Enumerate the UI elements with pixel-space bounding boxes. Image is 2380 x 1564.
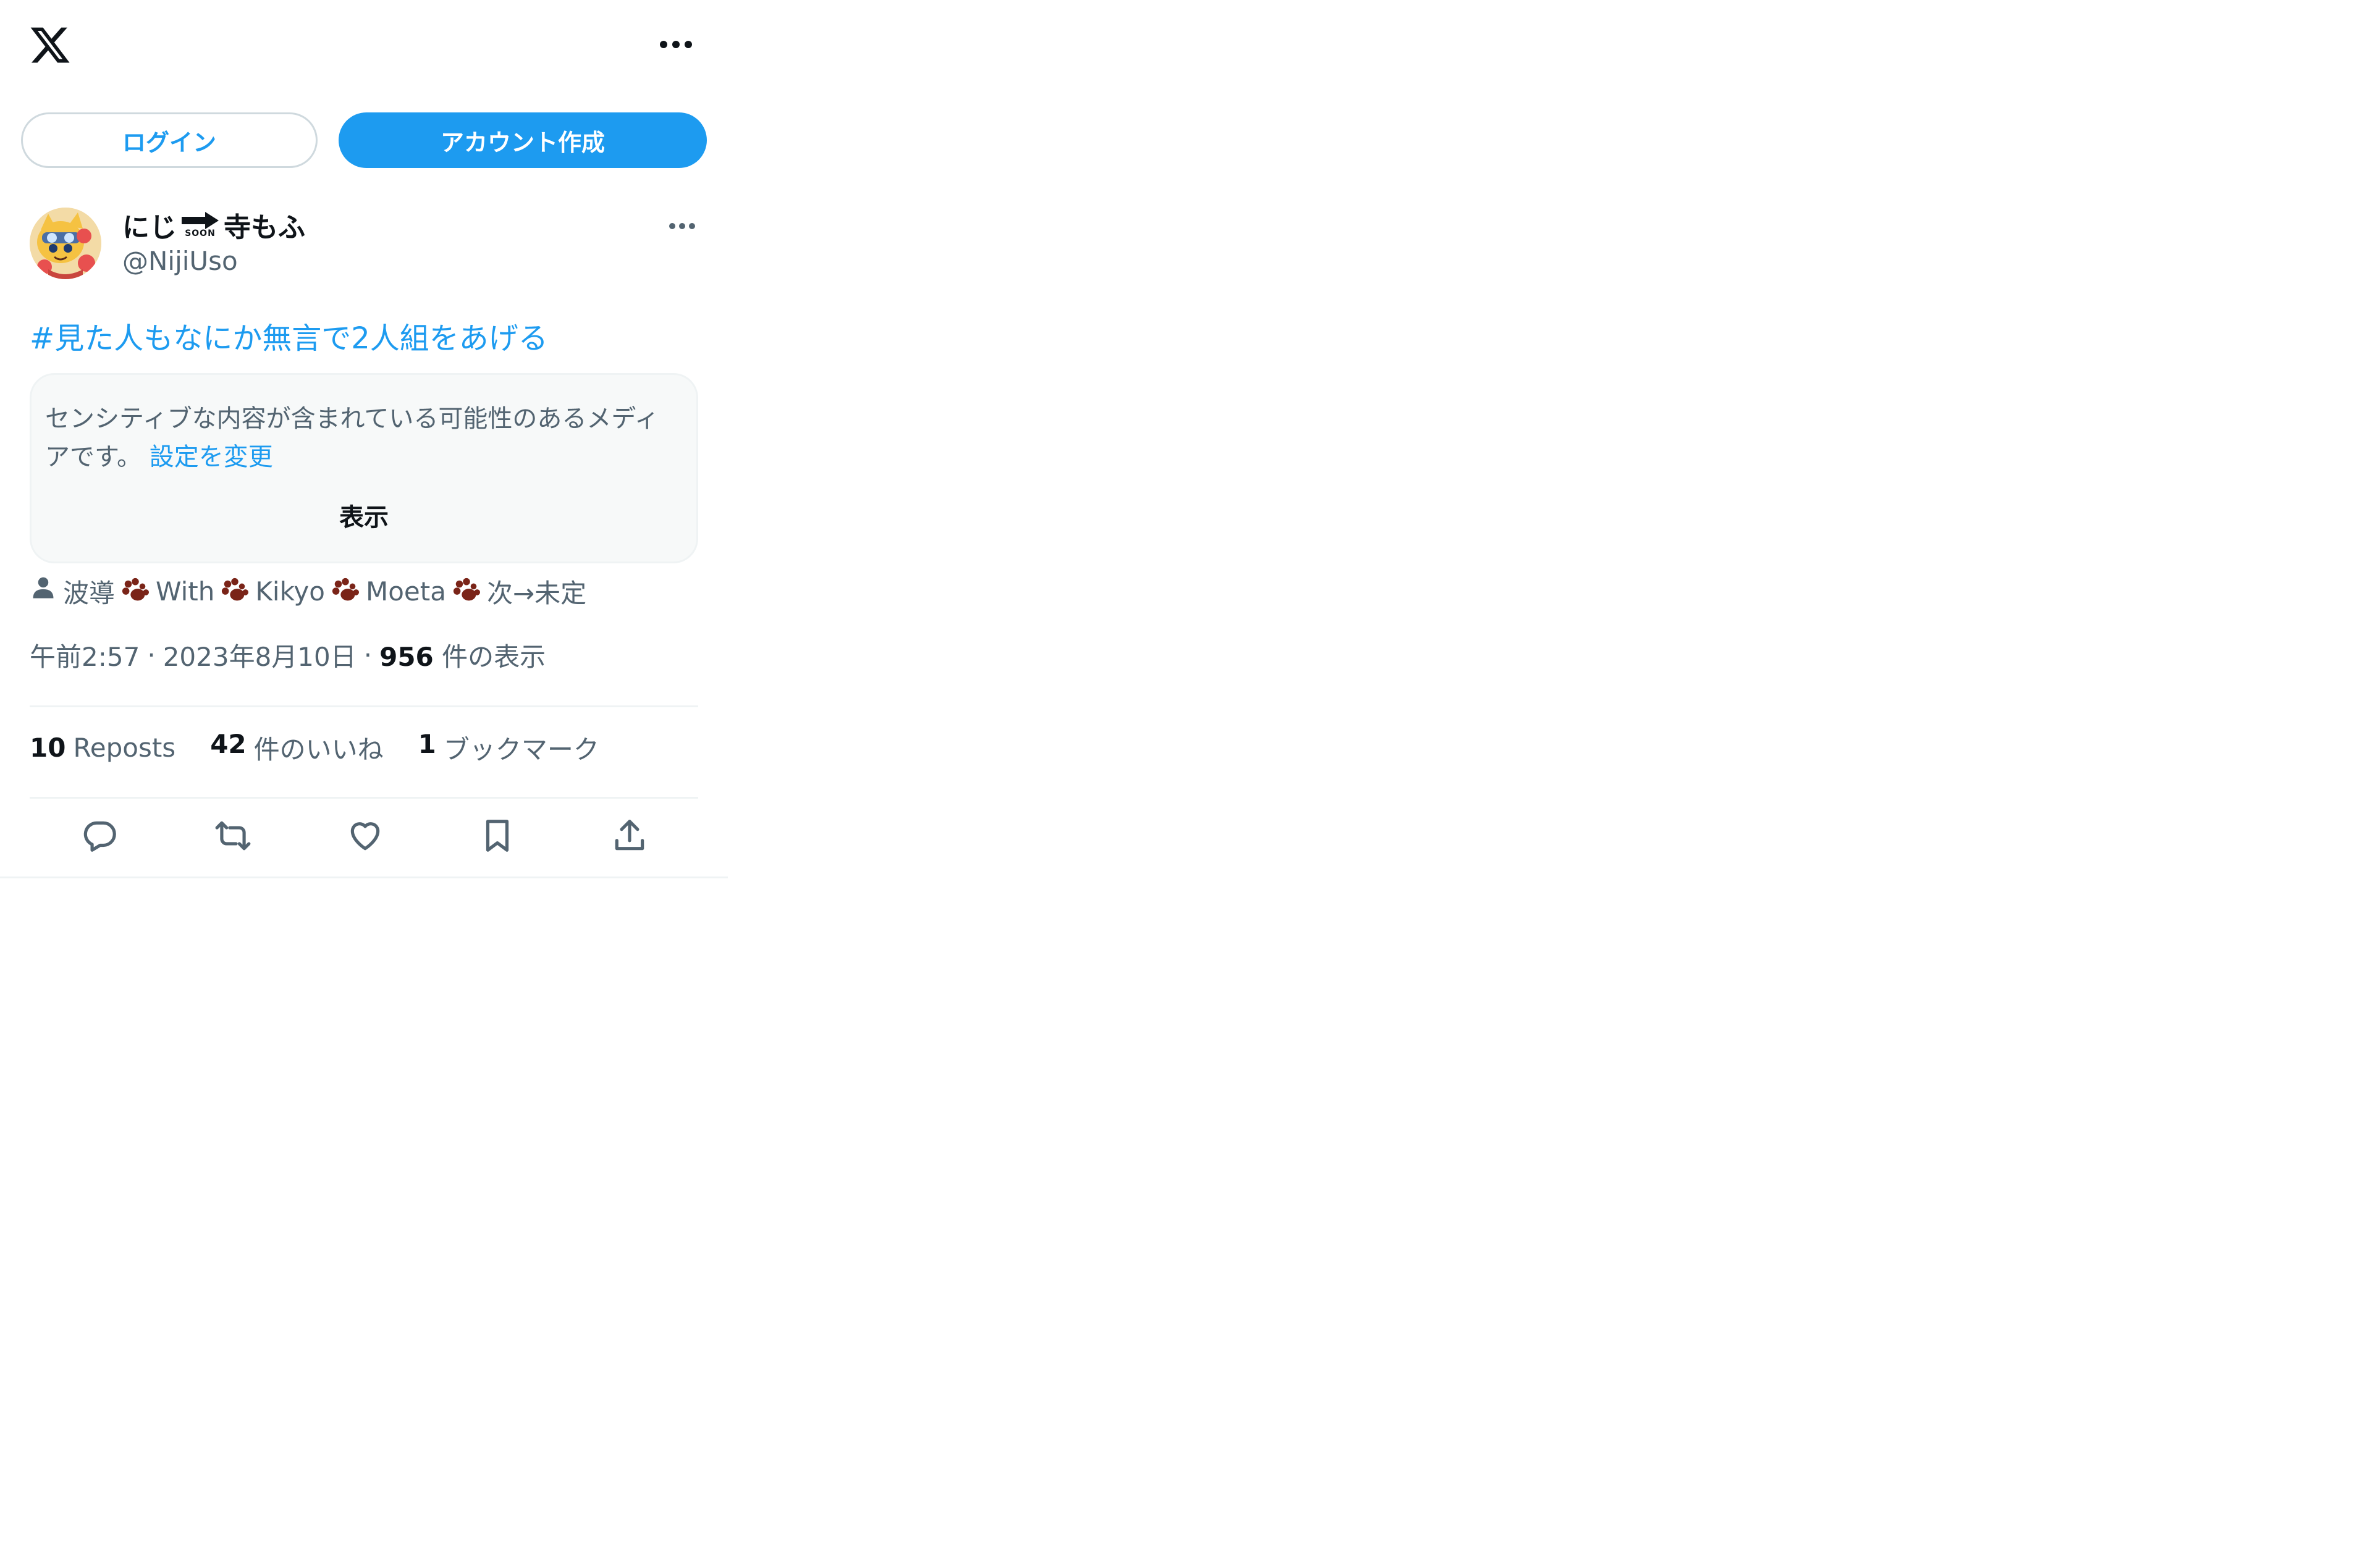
paw-icon <box>332 578 360 601</box>
author-display-name[interactable]: にじ SOON 寺もふ <box>122 205 305 245</box>
divider <box>30 797 698 799</box>
sensitive-message-text: センシティブな内容が含まれている可能性のあるメディアです。 <box>45 405 659 471</box>
reposts-label: Reposts <box>73 733 176 763</box>
likes-label: 件のいいね <box>253 734 384 765</box>
bookmarks-count: 1 <box>418 729 436 759</box>
views-stat: 956 件の表示 <box>379 636 546 674</box>
bookmarks-stat[interactable]: 1 ブックマーク <box>418 729 599 767</box>
bookmark-icon[interactable] <box>478 817 517 855</box>
more-horizontal-icon[interactable] <box>659 37 693 52</box>
sensitive-message: センシティブな内容が含まれている可能性のあるメディアです。 設定を変更 <box>45 400 682 476</box>
person-icon <box>30 574 57 608</box>
reposts-count: 10 <box>30 733 66 763</box>
views-count: 956 <box>379 642 434 672</box>
sensitive-media-warning: センシティブな内容が含まれている可能性のあるメディアです。 設定を変更 表示 <box>30 373 698 563</box>
tweet-date[interactable]: 2023年8月10日 <box>163 636 357 674</box>
location-row: 波導 With Kikyo Moeta 次→未定 <box>30 571 586 612</box>
tweet-more-icon[interactable] <box>669 220 696 232</box>
signup-button[interactable]: アカウント作成 <box>339 112 707 168</box>
change-settings-link[interactable]: 設定を変更 <box>150 443 273 471</box>
paw-icon <box>222 578 249 601</box>
likes-stat[interactable]: 42 件のいいね <box>210 729 383 767</box>
login-button[interactable]: ログイン <box>21 112 318 168</box>
share-icon[interactable] <box>610 817 649 855</box>
engagement-stats: 10 Reposts 42 件のいいね 1 ブックマーク <box>30 729 634 767</box>
x-logo-icon[interactable] <box>28 23 72 67</box>
meta-separator: · <box>147 640 156 670</box>
views-label: 件の表示 <box>442 642 546 672</box>
author-handle[interactable]: @NijiUso <box>122 246 238 276</box>
tweet-meta: 午前2:57 · 2023年8月10日 · 956 件の表示 <box>30 636 546 674</box>
like-icon[interactable] <box>346 817 384 855</box>
avatar[interactable] <box>30 208 101 279</box>
location-part5: 次→未定 <box>486 578 587 608</box>
author-name-part1: にじ <box>122 212 177 243</box>
tweet-column: ログイン アカウント作成 にじ SOON 寺もふ @NijiUso #見た人もな… <box>0 0 728 878</box>
show-media-button[interactable]: 表示 <box>32 497 696 533</box>
tweet-time[interactable]: 午前2:57 <box>30 636 140 674</box>
tweet-hashtag-link[interactable]: #見た人もなにか無言で2人組をあげる <box>30 314 548 357</box>
location-part4: Moeta <box>365 576 446 607</box>
likes-count: 42 <box>210 729 247 759</box>
paw-icon <box>453 578 481 601</box>
paw-icon <box>122 578 150 601</box>
bookmarks-label: ブックマーク <box>443 734 599 765</box>
soon-arrow-icon: SOON <box>182 212 219 238</box>
location-part3: Kikyo <box>255 576 325 607</box>
soon-label: SOON <box>185 229 216 238</box>
author-name-part2: 寺もふ <box>224 212 305 243</box>
divider <box>30 705 698 707</box>
location-part1: 波導 <box>63 578 116 608</box>
location-part2: With <box>156 576 215 607</box>
repost-icon[interactable] <box>214 817 252 855</box>
meta-separator: · <box>363 640 373 670</box>
reposts-stat[interactable]: 10 Reposts <box>30 733 175 763</box>
reply-icon[interactable] <box>81 817 119 855</box>
